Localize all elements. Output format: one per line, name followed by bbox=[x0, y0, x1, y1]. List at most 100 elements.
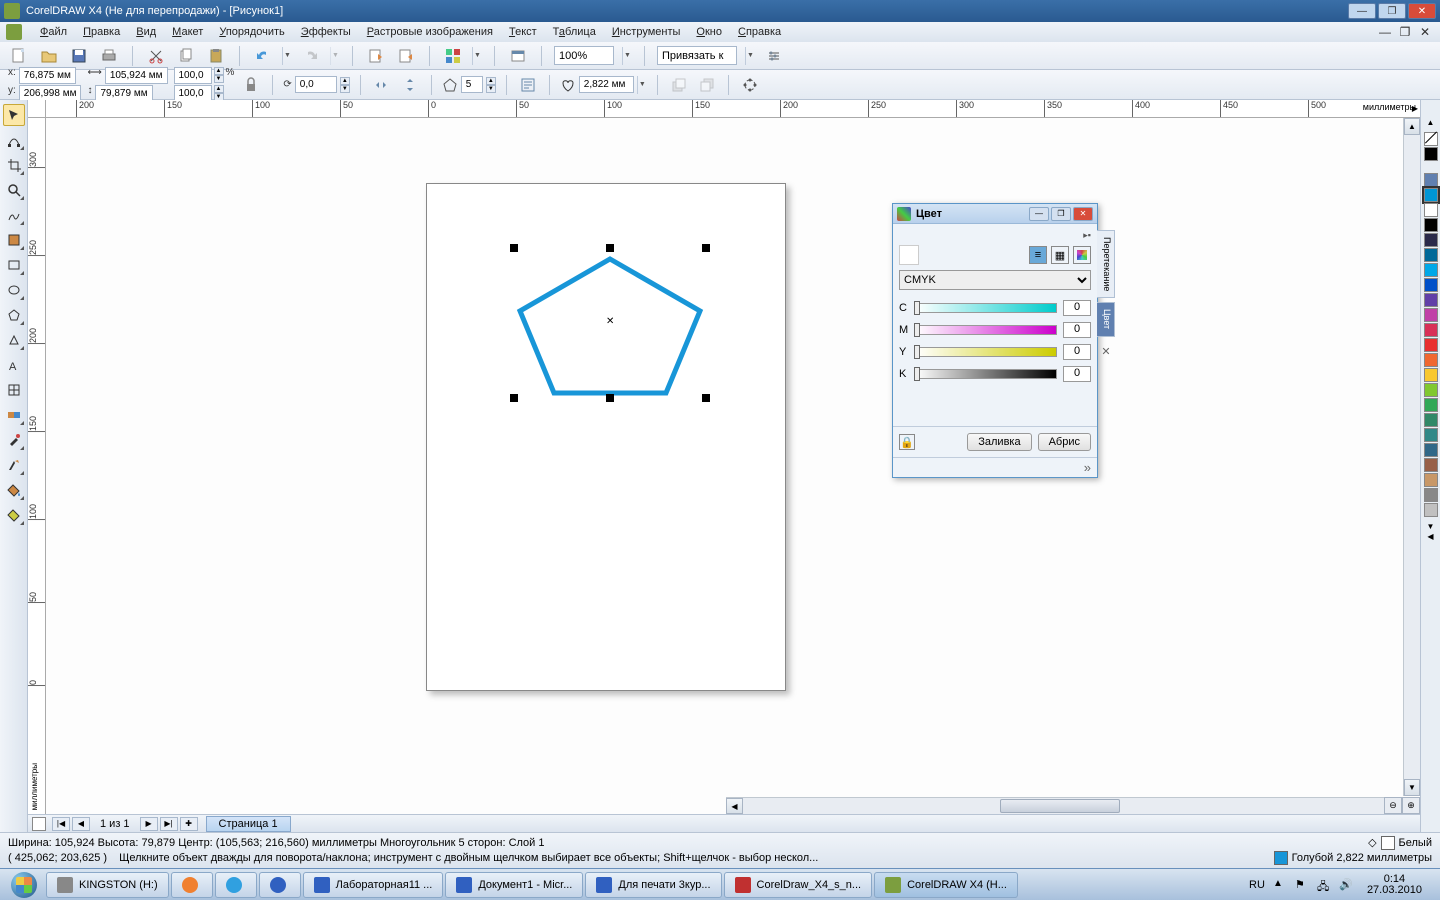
handle-tc[interactable] bbox=[606, 244, 614, 252]
new-button[interactable] bbox=[8, 45, 30, 67]
swatch[interactable] bbox=[1424, 293, 1438, 307]
docker-expand-button[interactable]: » bbox=[893, 457, 1097, 477]
menu-view[interactable]: Вид bbox=[128, 24, 164, 40]
swatch[interactable] bbox=[1424, 503, 1438, 517]
task-ie[interactable] bbox=[259, 872, 301, 898]
menu-text[interactable]: Текст bbox=[501, 24, 545, 40]
doc-restore-button[interactable]: ❐ bbox=[1396, 25, 1414, 39]
docker-options-icon[interactable]: ▸▪ bbox=[899, 230, 1091, 241]
task-pdf[interactable]: CorelDraw_X4_s_n... bbox=[724, 872, 873, 898]
first-page-button[interactable]: |◀ bbox=[52, 817, 70, 831]
zoom-out-icon[interactable]: ⊖ bbox=[1384, 797, 1402, 814]
swatch-none[interactable] bbox=[1424, 132, 1438, 146]
black-value[interactable]: 0 bbox=[1063, 366, 1091, 382]
task-word1[interactable]: Лабораторная11 ... bbox=[303, 872, 444, 898]
scalex-field[interactable]: 100,0 bbox=[174, 67, 212, 84]
app-launcher-button[interactable] bbox=[442, 45, 464, 67]
handle-bl[interactable] bbox=[510, 394, 518, 402]
copy-button[interactable] bbox=[175, 45, 197, 67]
task-word2[interactable]: Документ1 - Micr... bbox=[445, 872, 583, 898]
swatch[interactable] bbox=[1424, 368, 1438, 382]
viewer-view-button[interactable]: ▦ bbox=[1051, 246, 1069, 264]
menu-help[interactable]: Справка bbox=[730, 24, 789, 40]
mirror-v-button[interactable] bbox=[399, 74, 421, 96]
to-front-button[interactable] bbox=[668, 74, 690, 96]
black-slider[interactable] bbox=[915, 369, 1057, 379]
outline-width-field[interactable]: 2,822 мм bbox=[579, 76, 634, 93]
swatch[interactable] bbox=[1424, 443, 1438, 457]
zoom-field[interactable]: 100% bbox=[554, 46, 614, 65]
x-field[interactable]: 76,875 мм bbox=[19, 67, 76, 84]
yellow-slider[interactable] bbox=[915, 347, 1057, 357]
interactive-fill-tool[interactable] bbox=[3, 504, 25, 526]
docker-tab-close[interactable]: ✕ bbox=[1097, 345, 1115, 358]
snap-field[interactable]: Привязать к bbox=[657, 46, 737, 65]
doc-minimize-button[interactable]: — bbox=[1376, 25, 1394, 39]
crop-tool[interactable] bbox=[3, 154, 25, 176]
swatch[interactable] bbox=[1424, 458, 1438, 472]
apply-fill-button[interactable]: Заливка bbox=[967, 433, 1031, 451]
handle-bc[interactable] bbox=[606, 394, 614, 402]
pick-tool[interactable] bbox=[3, 104, 25, 126]
smart-fill-tool[interactable] bbox=[3, 229, 25, 251]
handle-tl[interactable] bbox=[510, 244, 518, 252]
tray-arrow-icon[interactable]: ▲ bbox=[1273, 878, 1287, 892]
menu-effects[interactable]: Эффекты bbox=[293, 24, 359, 40]
task-wmp[interactable] bbox=[171, 872, 213, 898]
scalex-spinner[interactable]: ▲▼ bbox=[214, 67, 224, 84]
tray-icon[interactable]: ⚑ bbox=[1295, 878, 1309, 892]
palette-view-button[interactable] bbox=[1073, 246, 1091, 264]
outline-tool[interactable] bbox=[3, 454, 25, 476]
welcome-button[interactable] bbox=[507, 45, 529, 67]
docker-tab-color[interactable]: Цвет bbox=[1097, 302, 1115, 336]
swatch[interactable] bbox=[1424, 308, 1438, 322]
page-icon[interactable] bbox=[32, 817, 46, 831]
palette-flyout[interactable]: ◀ bbox=[1427, 532, 1433, 541]
undo-button[interactable] bbox=[252, 45, 274, 67]
center-marker[interactable]: ✕ bbox=[606, 316, 614, 327]
swatch-selected[interactable] bbox=[1424, 188, 1438, 202]
color-model-select[interactable]: CMYK bbox=[899, 270, 1091, 290]
interactive-tool[interactable] bbox=[3, 404, 25, 426]
options-button[interactable] bbox=[763, 45, 785, 67]
swatch[interactable] bbox=[1424, 383, 1438, 397]
magenta-value[interactable]: 0 bbox=[1063, 322, 1091, 338]
menu-bitmaps[interactable]: Растровые изображения bbox=[359, 24, 501, 40]
swatch[interactable] bbox=[1424, 338, 1438, 352]
swatch[interactable] bbox=[1424, 203, 1438, 217]
doc-close-button[interactable]: ✕ bbox=[1416, 25, 1434, 39]
add-page-button[interactable]: ✚ bbox=[180, 817, 198, 831]
swatch[interactable] bbox=[1424, 278, 1438, 292]
save-button[interactable] bbox=[68, 45, 90, 67]
fill-tool[interactable] bbox=[3, 479, 25, 501]
menu-edit[interactable]: Правка bbox=[75, 24, 128, 40]
docker-minimize-button[interactable]: — bbox=[1029, 207, 1049, 221]
redo-button[interactable] bbox=[300, 45, 322, 67]
print-button[interactable] bbox=[98, 45, 120, 67]
undo-dropdown[interactable]: ▼ bbox=[282, 47, 292, 65]
swatch[interactable] bbox=[1424, 173, 1438, 187]
swatch[interactable] bbox=[1424, 218, 1438, 232]
swatch[interactable] bbox=[1424, 413, 1438, 427]
docker-close-button[interactable]: ✕ bbox=[1073, 207, 1093, 221]
palette-scroll-down[interactable]: ▼ bbox=[1427, 522, 1435, 531]
to-back-button[interactable] bbox=[696, 74, 718, 96]
clock[interactable]: 0:14 27.03.2010 bbox=[1361, 874, 1428, 896]
swatch[interactable] bbox=[1424, 428, 1438, 442]
rectangle-tool[interactable] bbox=[3, 254, 25, 276]
palette-scroll-up[interactable]: ▲ bbox=[1427, 118, 1435, 127]
menu-window[interactable]: Окно bbox=[688, 24, 730, 40]
menu-table[interactable]: Таблица bbox=[545, 24, 604, 40]
tray-network-icon[interactable]: 🖧 bbox=[1317, 878, 1331, 892]
swatch[interactable] bbox=[1424, 233, 1438, 247]
zoom-dropdown[interactable]: ▼ bbox=[622, 47, 632, 65]
menu-tools[interactable]: Инструменты bbox=[604, 24, 689, 40]
paste-button[interactable] bbox=[205, 45, 227, 67]
text-tool[interactable]: A bbox=[3, 354, 25, 376]
task-coreldraw[interactable]: CorelDRAW X4 (Н... bbox=[874, 872, 1018, 898]
import-button[interactable] bbox=[365, 45, 387, 67]
prev-page-button[interactable]: ◀ bbox=[72, 817, 90, 831]
vertical-ruler[interactable]: 300 250 200 150 100 50 0 миллиметры bbox=[28, 118, 46, 814]
swatch[interactable] bbox=[1424, 248, 1438, 262]
task-skype[interactable] bbox=[215, 872, 257, 898]
